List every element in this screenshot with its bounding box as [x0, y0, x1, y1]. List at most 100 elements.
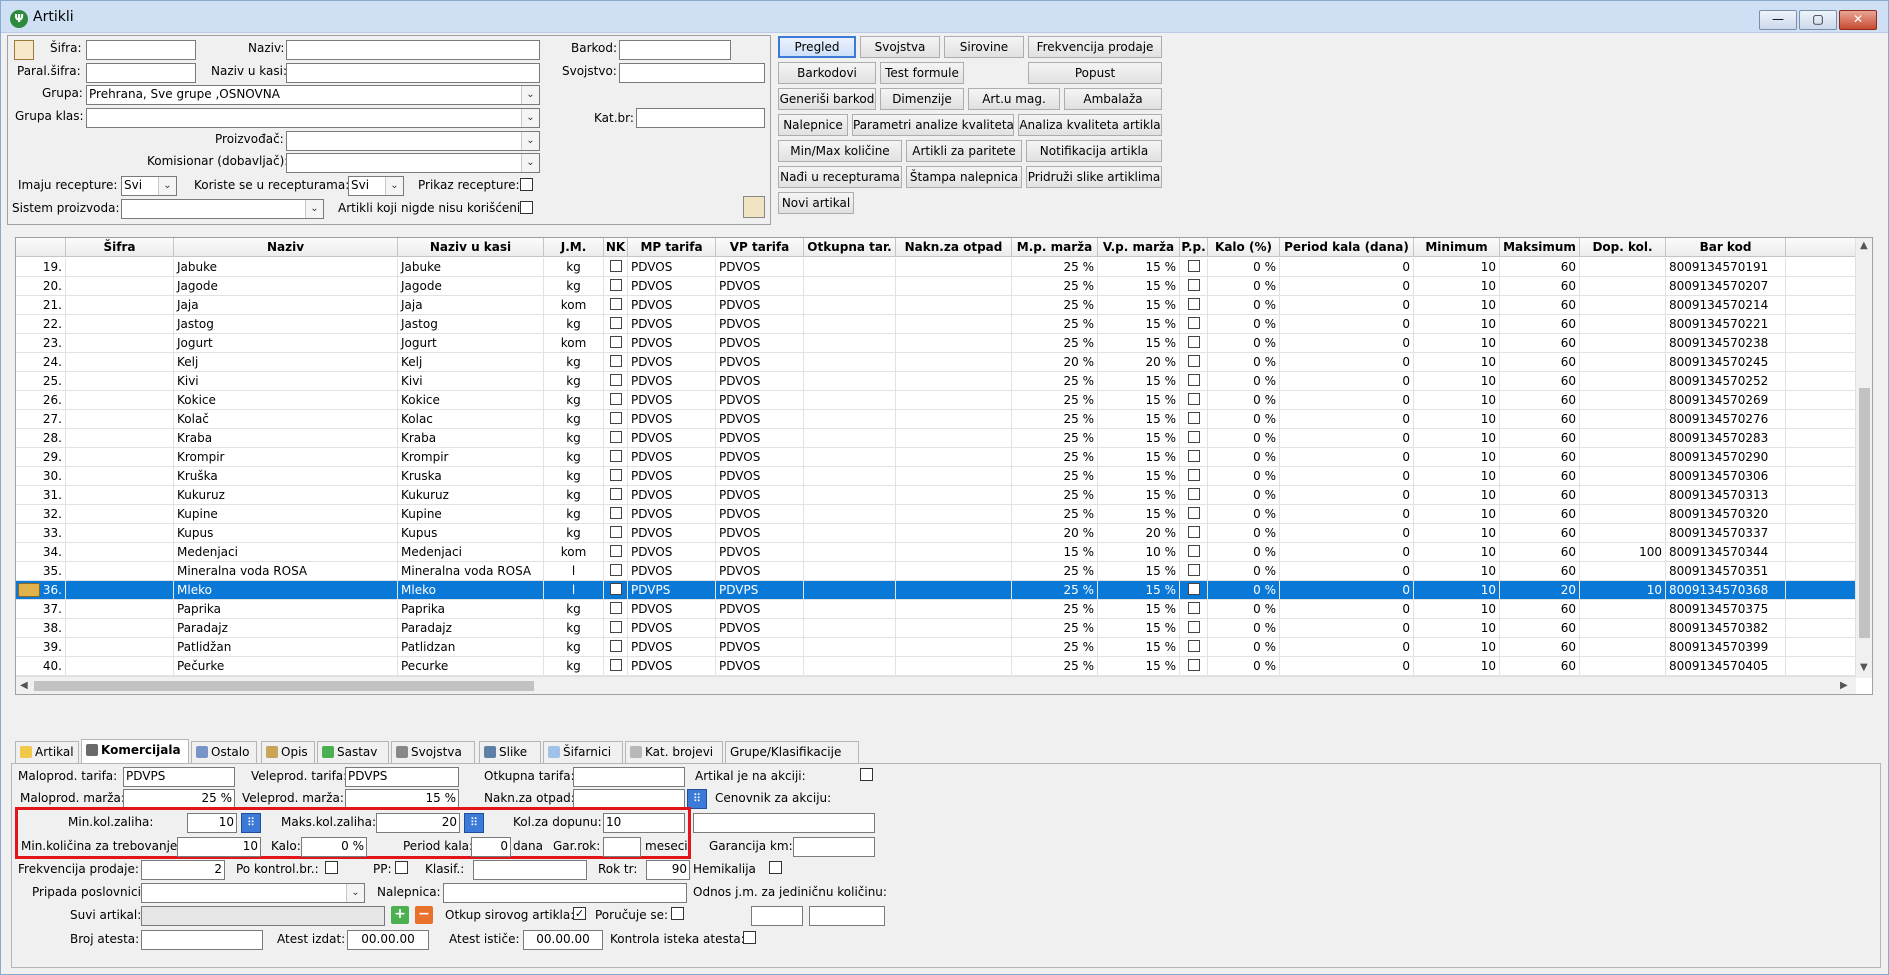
- minus-icon[interactable]: −: [415, 906, 433, 924]
- cell-naziv[interactable]: Jagode: [174, 277, 398, 296]
- cell-naziv-u-kasi[interactable]: Jogurt: [398, 334, 544, 353]
- cell-sifra[interactable]: [66, 486, 174, 505]
- cell-pp[interactable]: [1180, 467, 1208, 486]
- column-header-pp[interactable]: P.p.: [1180, 238, 1208, 257]
- row-checkbox[interactable]: [609, 374, 622, 386]
- row-checkbox[interactable]: [609, 526, 622, 538]
- cell-kalo[interactable]: 0 %: [1208, 562, 1280, 581]
- art-mag-button[interactable]: Art.u mag.: [968, 88, 1060, 110]
- cell-period-kala[interactable]: 0: [1280, 638, 1414, 657]
- cell-nakn-otpad[interactable]: [896, 258, 1012, 277]
- cell-jm[interactable]: kg: [544, 410, 604, 429]
- cell-period-kala[interactable]: 0: [1280, 296, 1414, 315]
- cell-mp-marza[interactable]: 25 %: [1012, 505, 1098, 524]
- cell-mp-marza[interactable]: 25 %: [1012, 448, 1098, 467]
- cell-kalo[interactable]: 0 %: [1208, 315, 1280, 334]
- cell-bar-kod[interactable]: 8009134570368: [1666, 581, 1786, 600]
- cell-otkupna-tar[interactable]: [804, 562, 896, 581]
- cell-otkupna-tar[interactable]: [804, 334, 896, 353]
- cell-mp-marza[interactable]: 25 %: [1012, 410, 1098, 429]
- table-row[interactable]: 27. Kolač Kolac kg PDVOS PDVOS 25 % 15 % 0 % 0 10 6…: [16, 410, 1856, 429]
- cell-otkupna-tar[interactable]: [804, 315, 896, 334]
- sirovine-button[interactable]: Sirovine: [944, 36, 1024, 58]
- cell-mp-tarifa[interactable]: PDVOS: [628, 410, 716, 429]
- cell-mp-tarifa[interactable]: PDVOS: [628, 619, 716, 638]
- cell-pp[interactable]: [1180, 600, 1208, 619]
- row-checkbox[interactable]: [609, 279, 622, 291]
- cell-vp-tarifa[interactable]: PDVOS: [716, 315, 804, 334]
- grupa-klas-combo[interactable]: ⌄: [86, 108, 540, 128]
- row-checkbox[interactable]: [609, 317, 622, 329]
- cell-kalo[interactable]: 0 %: [1208, 638, 1280, 657]
- cell-naziv-u-kasi[interactable]: Patlidzan: [398, 638, 544, 657]
- cell-maksimum[interactable]: 60: [1500, 543, 1580, 562]
- cell-minimum[interactable]: 10: [1414, 543, 1500, 562]
- naziv-kasi-input[interactable]: [286, 63, 540, 83]
- cell-nakn-otpad[interactable]: [896, 600, 1012, 619]
- analiza-kvaliteta-button[interactable]: Analiza kvaliteta artikla: [1018, 114, 1162, 136]
- cell-otkupna-tar[interactable]: [804, 410, 896, 429]
- cell-nakn-otpad[interactable]: [896, 505, 1012, 524]
- cell-kalo[interactable]: 0 %: [1208, 296, 1280, 315]
- table-row[interactable]: 35. Mineralna voda ROSA Mineralna voda ROS…: [16, 562, 1856, 581]
- cell-maksimum[interactable]: 60: [1500, 410, 1580, 429]
- cell-naziv[interactable]: Patlidžan: [174, 638, 398, 657]
- cell-mp-marza[interactable]: 25 %: [1012, 638, 1098, 657]
- cell-vp-tarifa[interactable]: PDVOS: [716, 562, 804, 581]
- sistem-proizvoda-combo[interactable]: ⌄: [121, 199, 324, 219]
- cell-period-kala[interactable]: 0: [1280, 372, 1414, 391]
- row-checkbox[interactable]: [1187, 355, 1200, 367]
- cell-otkupna-tar[interactable]: [804, 372, 896, 391]
- cell-mp-marza[interactable]: 25 %: [1012, 619, 1098, 638]
- cell-mp-marza[interactable]: 25 %: [1012, 486, 1098, 505]
- cell-minimum[interactable]: 10: [1414, 353, 1500, 372]
- cell-nakn-otpad[interactable]: [896, 486, 1012, 505]
- table-row[interactable]: 39. Patlidžan Patlidzan kg PDVOS PDVOS 25 % 15 …: [16, 638, 1856, 657]
- pick-list-icon[interactable]: ⠿: [241, 813, 261, 833]
- cell-period-kala[interactable]: 0: [1280, 505, 1414, 524]
- cell-vp-marza[interactable]: 15 %: [1098, 315, 1180, 334]
- cell-nk[interactable]: [604, 334, 628, 353]
- column-header-maksimum[interactable]: Maksimum: [1500, 238, 1580, 257]
- cell-period-kala[interactable]: 0: [1280, 524, 1414, 543]
- scroll-up-icon[interactable]: ▲: [1860, 240, 1868, 251]
- cell-sifra[interactable]: [66, 315, 174, 334]
- cell-mp-marza[interactable]: 25 %: [1012, 600, 1098, 619]
- cell-bar-kod[interactable]: 8009134570221: [1666, 315, 1786, 334]
- cell-mp-marza[interactable]: 25 %: [1012, 657, 1098, 676]
- cell-period-kala[interactable]: 0: [1280, 657, 1414, 676]
- artikli-paritete-button[interactable]: Artikli za paritete: [906, 140, 1022, 162]
- cell-dop-kol[interactable]: [1580, 657, 1666, 676]
- row-checkbox[interactable]: [1187, 602, 1200, 614]
- row-checkbox[interactable]: [1187, 279, 1200, 291]
- pripada-poslovnici-combo[interactable]: ⌄: [141, 883, 365, 903]
- cell-sifra[interactable]: [66, 429, 174, 448]
- cell-otkupna-tar[interactable]: [804, 391, 896, 410]
- row-checkbox[interactable]: [609, 602, 622, 614]
- cell-bar-kod[interactable]: 8009134570382: [1666, 619, 1786, 638]
- cell-naziv-u-kasi[interactable]: Pecurke: [398, 657, 544, 676]
- cell-otkupna-tar[interactable]: [804, 600, 896, 619]
- row-checkbox[interactable]: [1187, 260, 1200, 272]
- cell-period-kala[interactable]: 0: [1280, 619, 1414, 638]
- paral-sifra-input[interactable]: [86, 63, 196, 83]
- cell-vp-marza[interactable]: 15 %: [1098, 429, 1180, 448]
- table-row[interactable]: 32. Kupine Kupine kg PDVOS PDVOS 25 % 15 % 0 % 0 1…: [16, 505, 1856, 524]
- cell-row-number[interactable]: 24.: [16, 353, 66, 372]
- cell-dop-kol[interactable]: [1580, 638, 1666, 657]
- table-row[interactable]: 25. Kivi Kivi kg PDVOS PDVOS 25 % 15 % 0 % 0 10 60 8…: [16, 372, 1856, 391]
- cell-bar-kod[interactable]: 8009134570405: [1666, 657, 1786, 676]
- table-row[interactable]: 29. Krompir Krompir kg PDVOS PDVOS 25 % 15 % 0 %…: [16, 448, 1856, 467]
- cell-pp[interactable]: [1180, 619, 1208, 638]
- cell-row-number[interactable]: 30.: [16, 467, 66, 486]
- column-header-naziv-u-kasi[interactable]: Naziv u kasi: [398, 238, 544, 257]
- cell-minimum[interactable]: 10: [1414, 372, 1500, 391]
- row-checkbox[interactable]: [1187, 659, 1200, 671]
- cell-mp-tarifa[interactable]: PDVOS: [628, 372, 716, 391]
- cell-period-kala[interactable]: 0: [1280, 391, 1414, 410]
- cell-otkupna-tar[interactable]: [804, 353, 896, 372]
- cell-vp-tarifa[interactable]: PDVOS: [716, 277, 804, 296]
- cell-bar-kod[interactable]: 8009134570344: [1666, 543, 1786, 562]
- cell-jm[interactable]: kg: [544, 505, 604, 524]
- nalepnica-input[interactable]: [443, 883, 687, 903]
